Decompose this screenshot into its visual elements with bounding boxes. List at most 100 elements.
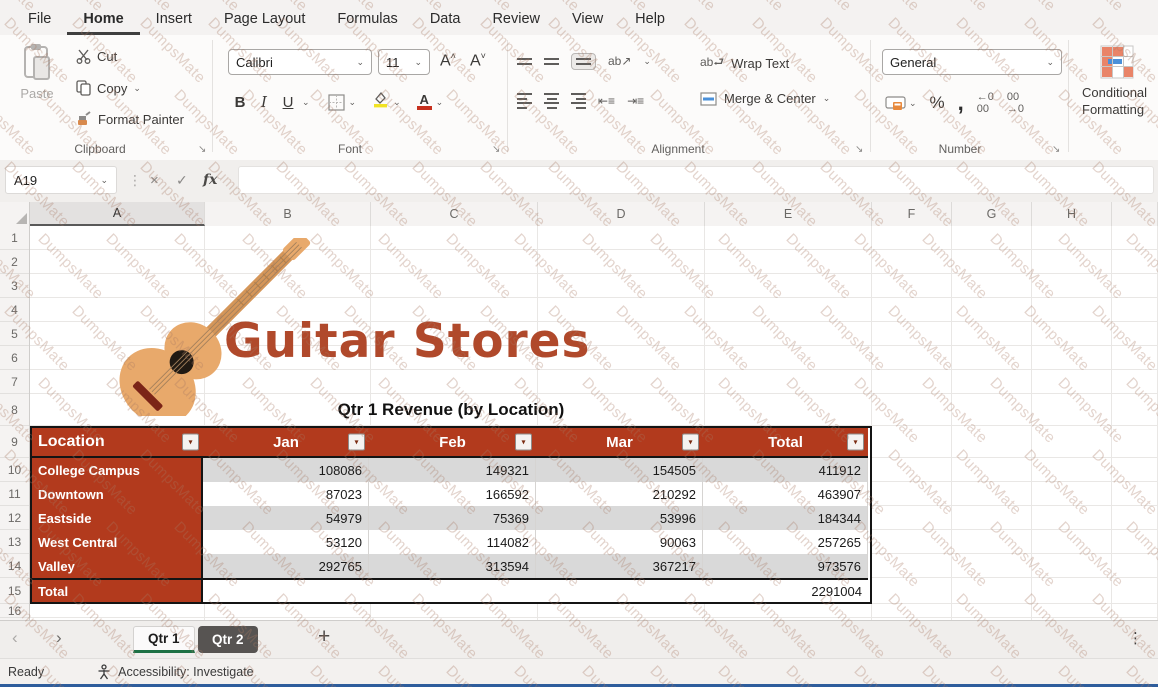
column-header-E[interactable]: E xyxy=(705,202,872,226)
table-location-College Campus[interactable]: College Campus xyxy=(32,458,203,482)
column-header-H[interactable]: H xyxy=(1032,202,1112,226)
ribbon-tab-data[interactable]: Data xyxy=(414,4,477,35)
fill-color-button[interactable] xyxy=(372,91,389,113)
copy-button[interactable]: Copy ⌄ xyxy=(76,80,141,96)
filter-dropdown-Mar[interactable]: ▾ xyxy=(682,434,699,451)
clipboard-dialog-launcher[interactable]: ↘ xyxy=(198,144,206,155)
ribbon-tab-home[interactable]: Home xyxy=(67,4,139,35)
table-header-Feb[interactable]: Feb▾ xyxy=(369,428,536,458)
font-dialog-launcher[interactable]: ↘ xyxy=(492,144,500,155)
row-number-14[interactable]: 14 xyxy=(0,554,29,578)
sheet-area[interactable]: 12345678910111213141516 Guitar Store xyxy=(0,226,1158,620)
row-number-16[interactable]: 16 xyxy=(0,604,29,618)
align-right-button[interactable] xyxy=(571,93,586,109)
increase-decimal-button[interactable]: ←000 xyxy=(977,91,994,115)
sheet-tab-qtr1[interactable]: Qtr 1 xyxy=(133,626,195,653)
row-number-6[interactable]: 6 xyxy=(0,346,29,370)
percent-style-button[interactable]: % xyxy=(930,93,945,113)
table-location-West Central[interactable]: West Central xyxy=(32,530,203,554)
align-middle-button[interactable] xyxy=(544,58,559,65)
row-number-13[interactable]: 13 xyxy=(0,530,29,554)
next-sheet-arrow[interactable]: › xyxy=(56,628,62,648)
table-header-Jan[interactable]: Jan▾ xyxy=(203,428,369,458)
italic-button[interactable]: I xyxy=(254,93,274,111)
table-cell[interactable]: 90063 xyxy=(536,530,703,554)
table-total-cell[interactable] xyxy=(369,578,536,602)
table-cell[interactable]: 149321 xyxy=(369,458,536,482)
table-total-cell[interactable] xyxy=(536,578,703,602)
table-total-cell[interactable]: 2291004 xyxy=(703,578,868,602)
borders-icon[interactable] xyxy=(328,94,345,111)
table-cell[interactable]: 108086 xyxy=(203,458,369,482)
table-cell[interactable]: 973576 xyxy=(703,554,868,578)
align-top-button[interactable] xyxy=(517,58,532,65)
cancel-button[interactable]: × xyxy=(150,166,159,194)
table-cell[interactable]: 313594 xyxy=(369,554,536,578)
paste-button[interactable]: Paste xyxy=(14,43,60,101)
conditional-formatting-button[interactable]: Conditional Formatting xyxy=(1082,45,1158,118)
row-number-9[interactable]: 9 xyxy=(0,426,29,458)
table-cell[interactable]: 367217 xyxy=(536,554,703,578)
column-header-partial[interactable] xyxy=(1112,202,1158,226)
table-cell[interactable]: 53996 xyxy=(536,506,703,530)
fill-color-chevron[interactable]: ⌄ xyxy=(393,97,401,108)
table-cell[interactable]: 54979 xyxy=(203,506,369,530)
table-cell[interactable]: 166592 xyxy=(369,482,536,506)
column-header-B[interactable]: B xyxy=(205,202,371,226)
underline-chevron[interactable]: ⌄ xyxy=(302,97,310,108)
column-header-D[interactable]: D xyxy=(538,202,705,226)
select-all-corner[interactable] xyxy=(0,202,30,226)
formula-input[interactable] xyxy=(238,166,1154,194)
sheet-tab-qtr2[interactable]: Qtr 2 xyxy=(198,626,258,653)
underline-button[interactable]: U xyxy=(278,94,298,111)
orientation-chevron[interactable]: ⌄ xyxy=(643,56,651,67)
table-header-Location[interactable]: Location▾ xyxy=(32,428,203,458)
column-header-C[interactable]: C xyxy=(371,202,538,226)
wrap-text-button[interactable]: ab⮐ Wrap Text xyxy=(700,53,789,74)
row-number-5[interactable]: 5 xyxy=(0,322,29,346)
add-sheet-button[interactable]: + xyxy=(318,625,330,649)
table-cell[interactable]: 75369 xyxy=(369,506,536,530)
insert-function-button[interactable]: fx xyxy=(203,166,217,194)
align-center-button[interactable] xyxy=(544,93,559,109)
row-number-4[interactable]: 4 xyxy=(0,298,29,322)
row-number-11[interactable]: 11 xyxy=(0,482,29,506)
table-total-cell[interactable] xyxy=(203,578,369,602)
ribbon-tab-file[interactable]: File xyxy=(12,4,67,35)
ribbon-tab-page-layout[interactable]: Page Layout xyxy=(208,4,321,35)
font-size-combo[interactable]: 11 ⌄ xyxy=(378,49,430,75)
merge-center-button[interactable]: Merge & Center ⌄ xyxy=(700,91,830,106)
decrease-font-size-button[interactable]: A˅ xyxy=(470,51,486,70)
number-format-combo[interactable]: General ⌄ xyxy=(882,49,1062,75)
table-location-Valley[interactable]: Valley xyxy=(32,554,203,578)
sheet-tab-menu[interactable]: ⋮ xyxy=(1128,629,1143,647)
table-cell[interactable]: 411912 xyxy=(703,458,868,482)
decrease-indent-button[interactable]: ⇤≡ xyxy=(598,94,615,108)
prev-sheet-arrow[interactable]: ‹ xyxy=(12,628,18,648)
format-painter-button[interactable]: Format Painter xyxy=(76,111,184,127)
row-number-12[interactable]: 12 xyxy=(0,506,29,530)
increase-indent-button[interactable]: ⇥≡ xyxy=(627,94,644,108)
table-header-Total[interactable]: Total▾ xyxy=(703,428,868,458)
formula-bar-handle[interactable]: ⋮ xyxy=(128,166,142,194)
table-cell[interactable]: 184344 xyxy=(703,506,868,530)
decrease-decimal-button[interactable]: 00→0 xyxy=(1007,91,1024,115)
table-cell[interactable]: 292765 xyxy=(203,554,369,578)
row-number-2[interactable]: 2 xyxy=(0,250,29,274)
align-bottom-button-selected[interactable] xyxy=(571,53,596,70)
row-number-8[interactable]: 8 xyxy=(0,394,29,426)
filter-dropdown-Jan[interactable]: ▾ xyxy=(348,434,365,451)
orientation-button[interactable]: ab↗ xyxy=(608,54,631,68)
table-total-label[interactable]: Total xyxy=(32,578,203,602)
merge-center-chevron[interactable]: ⌄ xyxy=(823,93,831,104)
column-header-F[interactable]: F xyxy=(872,202,952,226)
comma-style-button[interactable]: , xyxy=(958,98,964,108)
row-number-1[interactable]: 1 xyxy=(0,226,29,250)
borders-chevron[interactable]: ⌄ xyxy=(349,97,357,108)
filter-dropdown-Location[interactable]: ▾ xyxy=(182,434,199,451)
row-number-10[interactable]: 10 xyxy=(0,458,29,482)
row-number-3[interactable]: 3 xyxy=(0,274,29,298)
accounting-format-button[interactable]: ⌄ xyxy=(885,96,917,111)
column-header-G[interactable]: G xyxy=(952,202,1032,226)
row-number-7[interactable]: 7 xyxy=(0,370,29,394)
